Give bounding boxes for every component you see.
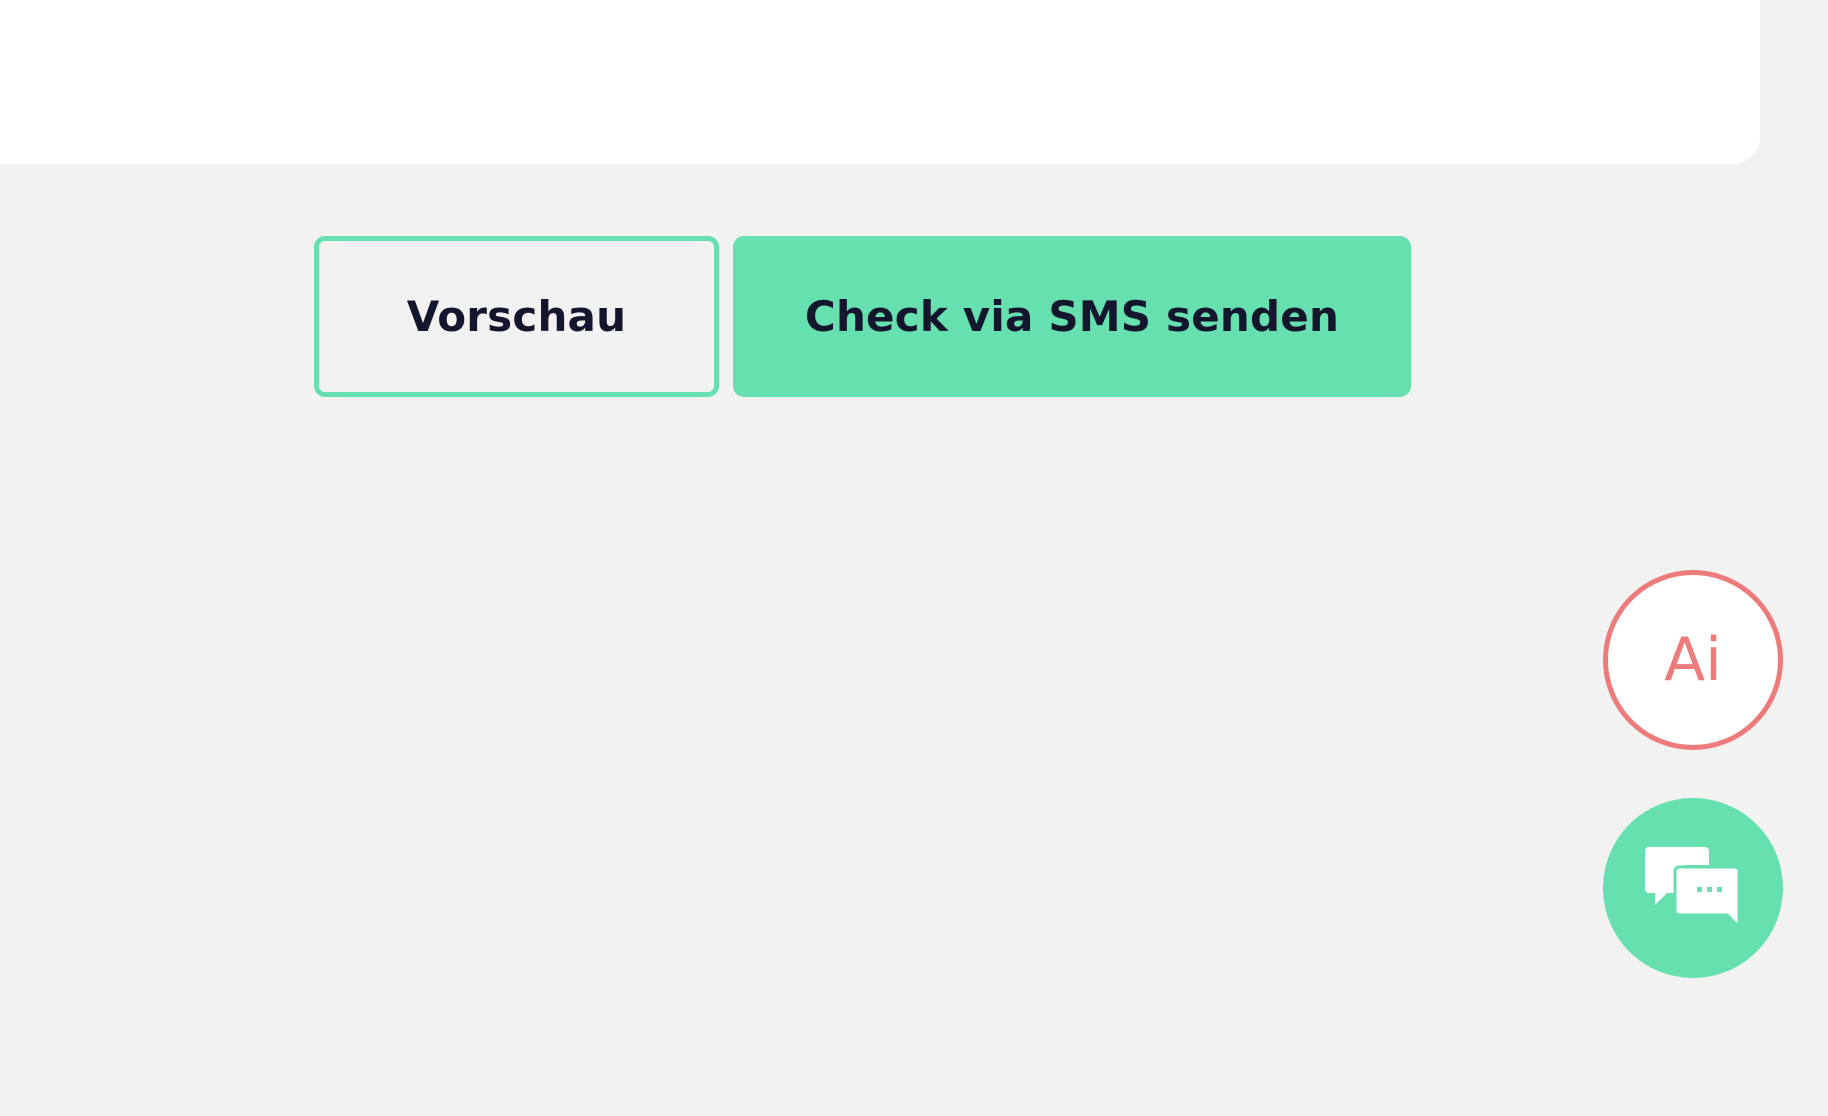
chat-button[interactable] — [1603, 798, 1783, 978]
ai-assistant-button[interactable]: Ai — [1603, 570, 1783, 750]
chat-bubbles-icon — [1645, 847, 1741, 931]
page: Vorschau Check via SMS senden Ai — [0, 0, 1828, 1116]
content-card — [0, 0, 1760, 164]
preview-button[interactable]: Vorschau — [314, 236, 719, 397]
send-sms-check-button[interactable]: Check via SMS senden — [733, 236, 1411, 397]
ai-assistant-icon: Ai — [1664, 625, 1722, 695]
action-bar: Vorschau Check via SMS senden — [314, 236, 1411, 397]
